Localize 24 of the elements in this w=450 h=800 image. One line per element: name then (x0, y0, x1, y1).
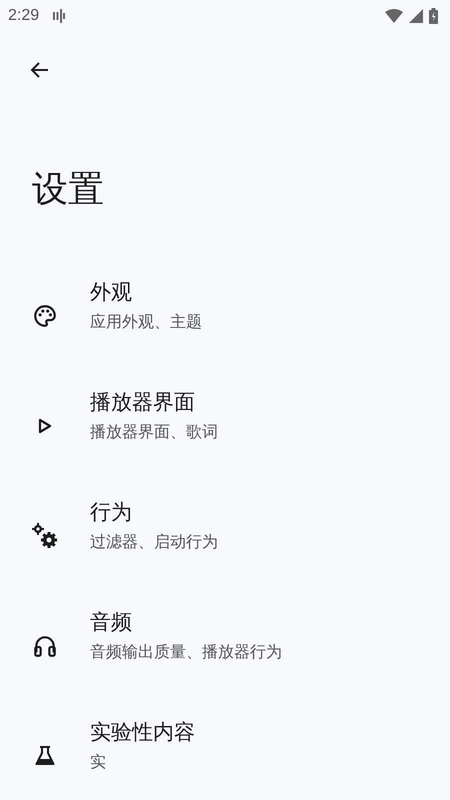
palette-icon (32, 303, 58, 330)
battery-icon (429, 8, 438, 24)
settings-item[interactable]: 实验性内容 实 (0, 697, 450, 800)
audio-bars-icon (53, 9, 66, 23)
settings-item[interactable]: 播放器界面 播放器界面、歌词 (0, 367, 450, 478)
play-icon (37, 417, 53, 436)
item-title: 播放器界面 (90, 388, 196, 416)
item-title: 音频 (90, 608, 133, 636)
wifi-icon (385, 9, 403, 23)
item-title: 实验性内容 (90, 718, 195, 746)
gears-icon (31, 522, 59, 550)
item-subtitle: 音频输出质量、播放器行为 (90, 642, 282, 663)
status-time: 2:29 (8, 7, 40, 25)
item-subtitle: 过滤器、启动行为 (90, 532, 218, 553)
item-subtitle: 实 (90, 752, 107, 773)
settings-item[interactable]: 行为 过滤器、启动行为 (0, 477, 450, 588)
settings-item[interactable]: 音频 音频输出质量、播放器行为 (0, 587, 450, 698)
item-title: 行为 (90, 498, 133, 526)
settings-item[interactable]: 外观 应用外观、主题 (0, 257, 450, 368)
item-title: 外观 (90, 278, 133, 306)
item-subtitle: 播放器界面、歌词 (90, 422, 218, 443)
page-title: 设置 (32, 168, 105, 212)
item-subtitle: 应用外观、主题 (90, 312, 202, 333)
signal-icon (409, 9, 423, 23)
